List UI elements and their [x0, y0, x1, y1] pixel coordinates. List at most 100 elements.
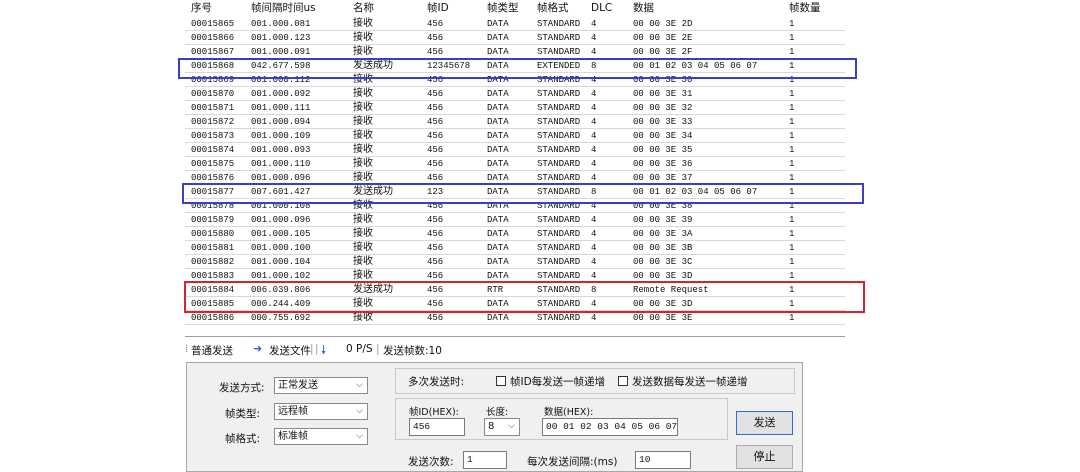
cell-data: 00 00 3E 36: [633, 159, 693, 169]
cell-frame-count: 1: [789, 243, 795, 253]
table-row[interactable]: 00015865 001.000.081 接收 456 DATA STANDARD 4 00 …: [185, 17, 845, 31]
arrow-right-icon: ➜: [253, 342, 263, 355]
cell-dlc: 4: [591, 131, 597, 141]
cell-seq: 00015880: [191, 229, 235, 239]
table-row[interactable]: 00015874 001.000.093 接收 456 DATA STANDARD 4 00 …: [185, 143, 845, 157]
cell-interval: 001.000.094: [251, 117, 311, 127]
cell-frame-type: DATA: [487, 19, 509, 29]
frame-id-input[interactable]: 456: [409, 418, 465, 436]
length-select[interactable]: 8 ⌵: [484, 418, 520, 436]
cell-frame-count: 1: [789, 145, 795, 155]
table-row[interactable]: 00015879 001.000.096 接收 456 DATA STANDARD 4 00 …: [185, 213, 845, 227]
cell-data: 00 00 3E 2F: [633, 47, 693, 57]
cell-interval: 001.000.096: [251, 215, 311, 225]
cell-interval: 001.000.100: [251, 243, 311, 253]
cell-frame-count: 1: [789, 33, 795, 43]
column-header-frame-format[interactable]: 帧格式: [537, 0, 593, 17]
cell-frame-type: DATA: [487, 159, 509, 169]
cell-dlc: 4: [591, 215, 597, 225]
cell-name: 接收: [353, 256, 373, 267]
cell-frame-format: STANDARD: [537, 47, 581, 57]
table-row[interactable]: 00015867 001.000.091 接收 456 DATA STANDARD 4 00 …: [185, 45, 845, 59]
interval-label: 每次发送间隔:(ms): [527, 456, 618, 468]
cell-seq: 00015882: [191, 257, 235, 267]
table-row[interactable]: 00015882 001.000.104 接收 456 DATA STANDARD 4 00 …: [185, 255, 845, 269]
cell-frame-id: 456: [427, 103, 444, 113]
cell-interval: 001.000.104: [251, 257, 311, 267]
cell-frame-format: STANDARD: [537, 243, 581, 253]
cell-frame-format: STANDARD: [537, 131, 581, 141]
cell-frame-count: 1: [789, 117, 795, 127]
cell-seq: 00015871: [191, 103, 235, 113]
cell-frame-id: 456: [427, 215, 444, 225]
column-header-interval[interactable]: 帧间隔时间us: [251, 0, 349, 17]
cell-frame-type: DATA: [487, 215, 509, 225]
cell-name: 接收: [353, 88, 373, 99]
cell-frame-format: STANDARD: [537, 145, 581, 155]
cell-frame-type: DATA: [487, 257, 509, 267]
table-row[interactable]: 00015871 001.000.111 接收 456 DATA STANDARD 4 00 …: [185, 101, 845, 115]
send-file-tab[interactable]: 发送文件: [269, 343, 311, 358]
cell-seq: 00015867: [191, 47, 235, 57]
interval-input[interactable]: 10: [635, 451, 691, 469]
cell-frame-count: 1: [789, 19, 795, 29]
data-increment-checkbox[interactable]: [618, 376, 628, 386]
table-row[interactable]: 00015881 001.000.100 接收 456 DATA STANDARD 4 00 …: [185, 241, 845, 255]
id-increment-label[interactable]: 帧ID每发送一帧递增: [510, 374, 605, 389]
column-header-seq[interactable]: 序号: [191, 0, 249, 17]
table-row[interactable]: 00015872 001.000.094 接收 456 DATA STANDARD 4 00 …: [185, 115, 845, 129]
chevron-down-icon: ⌵: [508, 421, 515, 431]
cell-seq: 00015886: [191, 313, 235, 323]
toolbar-separator: |: [310, 343, 314, 355]
cell-frame-count: 1: [789, 229, 795, 239]
cell-frame-type: DATA: [487, 47, 509, 57]
cell-data: 00 00 3E 3C: [633, 257, 693, 267]
cell-seq: 00015870: [191, 89, 235, 99]
cell-dlc: 4: [591, 19, 597, 29]
cell-name: 接收: [353, 130, 373, 141]
cell-dlc: 4: [591, 159, 597, 169]
cell-name: 接收: [353, 18, 373, 29]
frame-type-select[interactable]: 远程帧 ⌵: [274, 403, 368, 420]
table-row[interactable]: 00015875 001.000.110 接收 456 DATA STANDARD 4 00 …: [185, 157, 845, 171]
cell-data: 00 00 3E 3E: [633, 313, 693, 323]
chevron-down-icon: ⌵: [356, 380, 363, 390]
column-header-frame-id[interactable]: 帧ID: [427, 0, 485, 17]
column-header-frame-type[interactable]: 帧类型: [487, 0, 537, 17]
table-row[interactable]: 00015886 000.755.692 接收 456 DATA STANDARD 4 00 …: [185, 311, 845, 325]
cell-frame-format: STANDARD: [537, 117, 581, 127]
highlight-box-blue: [178, 58, 857, 79]
normal-send-tab[interactable]: 普通发送: [191, 343, 233, 358]
cell-name: 接收: [353, 46, 373, 57]
column-header-frame-count[interactable]: 帧数量: [789, 0, 839, 17]
frame-format-value: 标准帧: [278, 431, 308, 442]
send-times-input[interactable]: 1: [463, 451, 507, 469]
cell-frame-type: DATA: [487, 117, 509, 127]
cell-frame-count: 1: [789, 313, 795, 323]
id-increment-checkbox[interactable]: [496, 376, 506, 386]
cell-interval: 001.000.091: [251, 47, 311, 57]
cell-frame-format: STANDARD: [537, 313, 581, 323]
table-row[interactable]: 00015880 001.000.105 接收 456 DATA STANDARD 4 00 …: [185, 227, 845, 241]
send-button[interactable]: 发送: [736, 411, 793, 435]
cell-data: 00 00 3E 39: [633, 215, 693, 225]
cell-data: 00 00 3E 34: [633, 131, 693, 141]
send-mode-select[interactable]: 正常发送 ⌵: [274, 377, 368, 394]
multi-send-group: 多次发送时: 帧ID每发送一帧递增 发送数据每发送一帧递增: [395, 368, 795, 394]
cell-seq: 00015872: [191, 117, 235, 127]
column-header-data[interactable]: 数据: [633, 0, 787, 17]
table-row[interactable]: 00015866 001.000.123 接收 456 DATA STANDARD 4 00 …: [185, 31, 845, 45]
stop-button[interactable]: 停止: [736, 445, 793, 469]
data-increment-label[interactable]: 发送数据每发送一帧递增: [632, 374, 748, 389]
table-row[interactable]: 00015870 001.000.092 接收 456 DATA STANDARD 4 00 …: [185, 87, 845, 101]
chevron-down-icon: ⌵: [356, 406, 363, 416]
cell-name: 接收: [353, 242, 373, 253]
frame-format-select[interactable]: 标准帧 ⌵: [274, 428, 368, 445]
table-row[interactable]: 00015873 001.000.109 接收 456 DATA STANDARD 4 00 …: [185, 129, 845, 143]
column-header-name[interactable]: 名称: [353, 0, 423, 17]
send-toolbar: ⁞ 普通发送 ➜ 发送文件 | | 🠗 0 P/S | 发送帧数:10: [185, 340, 845, 360]
cell-dlc: 4: [591, 47, 597, 57]
column-header-dlc[interactable]: DLC: [591, 0, 625, 17]
data-input[interactable]: 00 01 02 03 04 05 06 07: [542, 418, 678, 436]
cell-dlc: 4: [591, 229, 597, 239]
